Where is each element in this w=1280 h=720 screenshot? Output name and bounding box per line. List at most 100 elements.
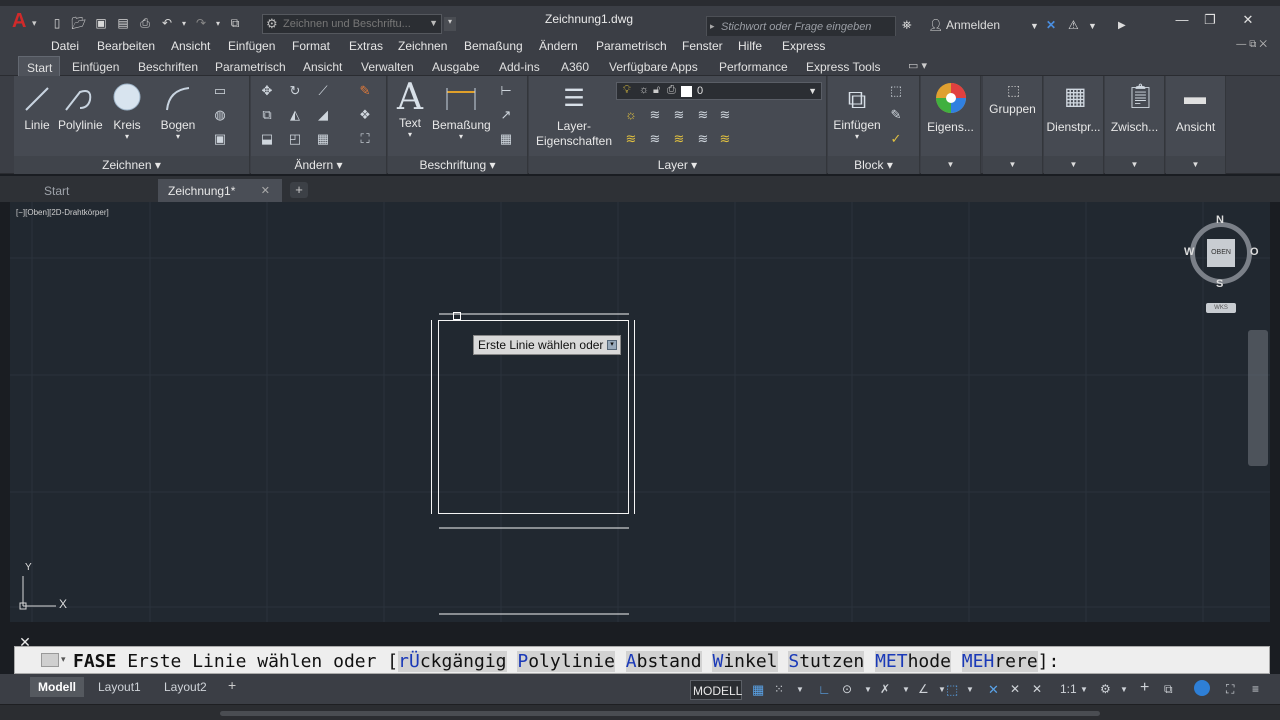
osnap-tracking-icon[interactable]: ∠: [918, 682, 929, 696]
layer-tool-icon[interactable]: ≋: [715, 130, 735, 148]
leader-icon[interactable]: ↗: [496, 106, 516, 124]
layer-tool-icon[interactable]: ☼: [621, 106, 641, 124]
region-icon[interactable]: ▣: [210, 130, 230, 148]
move-icon[interactable]: ✥: [257, 82, 277, 100]
panel-title-layer[interactable]: Layer ▾: [529, 156, 826, 174]
file-tab-start[interactable]: Start: [34, 179, 158, 202]
menu-fenster[interactable]: Fenster: [682, 39, 723, 53]
minimize-button[interactable]: —: [1168, 12, 1196, 30]
layer-tool-icon[interactable]: ≋: [645, 106, 665, 124]
chevron-down-icon[interactable]: ▼: [1030, 21, 1039, 31]
file-tab-drawing[interactable]: Zeichnung1* ✕: [158, 179, 282, 202]
command-history-icon[interactable]: [41, 653, 59, 667]
redo-icon[interactable]: ↷: [192, 14, 210, 32]
ortho-icon[interactable]: ∟: [818, 682, 831, 697]
grid-icon[interactable]: ▦: [752, 682, 764, 698]
compass-north[interactable]: N: [1216, 214, 1224, 226]
tab-start[interactable]: Start: [18, 56, 60, 76]
layer-tool-icon[interactable]: ≋: [645, 130, 665, 148]
layer-tool-icon[interactable]: ≋: [693, 130, 713, 148]
polar-icon[interactable]: ⊙: [842, 682, 852, 696]
trim-icon[interactable]: ⟋: [313, 82, 333, 100]
hardware-acceleration-icon[interactable]: ⧉: [1164, 682, 1173, 697]
add-layout-button[interactable]: +: [228, 677, 236, 693]
annotation-scale-icon[interactable]: ✕: [1032, 682, 1042, 696]
chevron-down-icon[interactable]: ▼: [796, 685, 804, 694]
autodesk-360-icon[interactable]: ⚠: [1068, 18, 1079, 32]
panel-title-block[interactable]: Block ▾: [828, 156, 919, 174]
panel-title-aendern[interactable]: Ändern ▾: [251, 156, 386, 174]
create-block-icon[interactable]: ⬚: [886, 82, 906, 100]
new-file-icon[interactable]: ▯: [48, 14, 66, 32]
tab-ansicht[interactable]: Ansicht: [303, 56, 342, 76]
snap-icon[interactable]: ⁙: [774, 682, 784, 696]
tab-verfuegbare-apps[interactable]: Verfügbare Apps: [609, 56, 698, 76]
layer-tool-icon[interactable]: ≋: [621, 130, 641, 148]
menu-parametrisch[interactable]: Parametrisch: [596, 39, 667, 53]
isodraft-icon[interactable]: ✗: [880, 682, 890, 696]
annotation-scale-value[interactable]: 1:1: [1060, 682, 1077, 696]
view-panel[interactable]: ▬ Ansicht ▼: [1166, 76, 1226, 174]
search-input[interactable]: ▸ Stichwort oder Frage eingeben: [706, 16, 896, 38]
layer-properties-button[interactable]: ☰ Layer- Eigenschaften: [533, 82, 615, 148]
text-button[interactable]: A Text ▾: [396, 80, 424, 140]
menu-bemassung[interactable]: Bemaßung: [464, 39, 523, 53]
clipboard-panel[interactable]: 📋︎ Zwisch... ▼: [1105, 76, 1165, 174]
menu-hilfe[interactable]: Hilfe: [738, 39, 762, 53]
layer-tool-icon[interactable]: ≋: [693, 106, 713, 124]
option-rueckgaengig[interactable]: rÜckgängig: [398, 651, 507, 672]
ribbon-display-toggle-icon[interactable]: ▭ ▾: [908, 59, 927, 72]
properties-panel[interactable]: Eigens... ▼: [921, 76, 981, 174]
workspace-gear-icon[interactable]: ⚙: [1100, 682, 1111, 696]
tab-express-tools[interactable]: Express Tools: [806, 56, 880, 76]
close-button[interactable]: ✕: [1234, 12, 1262, 30]
compass-east[interactable]: O: [1250, 246, 1259, 258]
option-polylinie[interactable]: Polylinie: [517, 651, 615, 672]
undo-dropdown-icon[interactable]: ▾: [180, 14, 188, 32]
horizontal-scrollbar[interactable]: [220, 711, 1100, 716]
mirror-icon[interactable]: ◭: [285, 106, 305, 124]
layer-tool-icon[interactable]: ≋: [715, 106, 735, 124]
command-line[interactable]: ▾ FASE Erste Linie wählen oder [rÜckgäng…: [14, 646, 1270, 674]
publish-icon[interactable]: ⧉: [226, 14, 244, 32]
compass-west[interactable]: W: [1184, 246, 1194, 258]
user-icon[interactable]: 👤︎: [928, 18, 943, 32]
layout-tab-layout1[interactable]: Layout1: [90, 677, 149, 697]
tab-beschriften[interactable]: Beschriften: [138, 56, 198, 76]
option-mehrere[interactable]: MEHrere: [961, 651, 1038, 672]
chevron-down-icon[interactable]: ▼: [1120, 685, 1128, 694]
hatch-icon[interactable]: ◍: [210, 106, 230, 124]
exchange-apps-icon[interactable]: ✕: [1046, 18, 1056, 32]
model-space-button[interactable]: MODELL: [690, 680, 742, 700]
attribute-icon[interactable]: ✓: [886, 130, 906, 148]
customization-icon[interactable]: ≡: [1252, 682, 1259, 696]
layer-tool-icon[interactable]: ≋: [669, 106, 689, 124]
menu-express[interactable]: Express: [782, 39, 825, 53]
chevron-down-icon[interactable]: ▼: [938, 685, 946, 694]
option-winkel[interactable]: Winkel: [712, 651, 778, 672]
rectangle-icon[interactable]: ▭: [210, 82, 230, 100]
offset-icon[interactable]: ⛶: [355, 130, 375, 148]
isolate-objects-icon[interactable]: [1194, 680, 1210, 696]
application-menu-button[interactable]: A ▾: [12, 10, 40, 34]
fillet-icon[interactable]: ◢: [313, 106, 333, 124]
tab-performance[interactable]: Performance: [719, 56, 788, 76]
chevron-down-icon[interactable]: ▼: [864, 685, 872, 694]
menu-aendern[interactable]: Ändern: [539, 39, 578, 53]
insert-block-button[interactable]: ⧉ Einfügen ▾: [830, 82, 884, 141]
dimension-button[interactable]: Bemaßung ▾: [432, 82, 491, 141]
menu-extras[interactable]: Extras: [349, 39, 383, 53]
array-icon[interactable]: ▦: [313, 130, 333, 148]
menu-ansicht[interactable]: Ansicht: [171, 39, 210, 53]
option-stutzen[interactable]: Stutzen: [788, 651, 865, 672]
compass-south[interactable]: S: [1216, 278, 1223, 290]
chevron-down-icon[interactable]: ▼: [1080, 685, 1088, 694]
print-icon[interactable]: ⎙: [136, 14, 154, 32]
chevron-down-icon[interactable]: ▼: [1088, 21, 1097, 31]
option-abstand[interactable]: Abstand: [625, 651, 702, 672]
viewcube[interactable]: OBEN N S W O: [1182, 214, 1262, 294]
new-tab-button[interactable]: +: [290, 182, 308, 198]
undo-icon[interactable]: ↶: [158, 14, 176, 32]
binoculars-icon[interactable]: ⛯: [902, 18, 912, 33]
chevron-down-icon[interactable]: ▾: [61, 654, 66, 665]
